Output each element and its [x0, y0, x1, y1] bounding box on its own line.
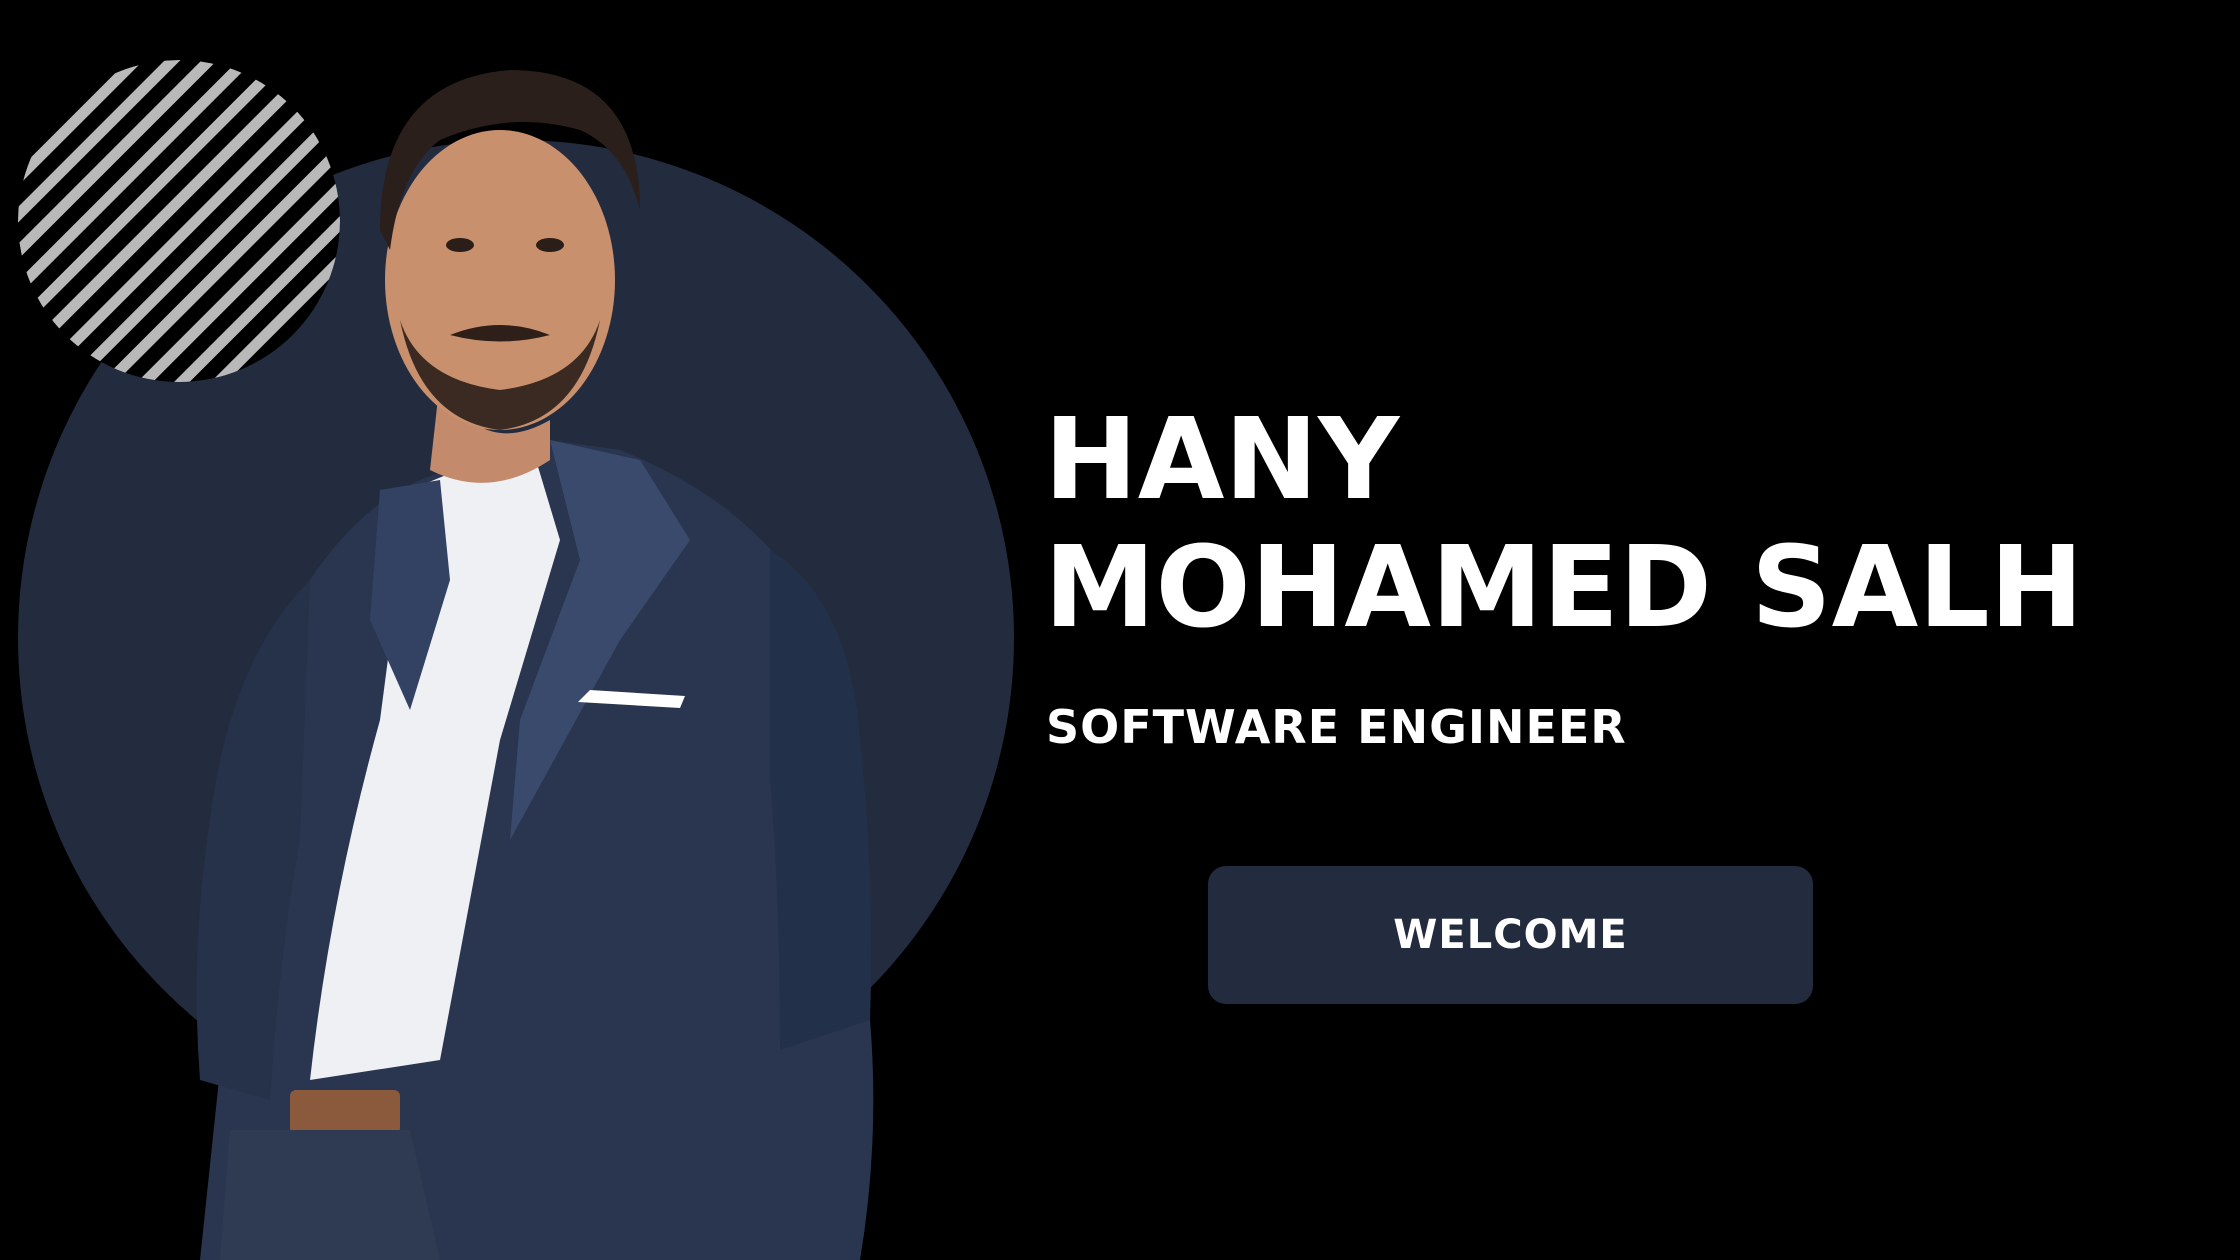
- name-last: MOHAMED SALH: [1044, 523, 2084, 653]
- portrait-image: [196, 70, 874, 1260]
- hero-name: HANY MOHAMED SALH: [1044, 396, 2234, 652]
- name-first: HANY: [1044, 395, 1400, 525]
- welcome-button[interactable]: WELCOME: [1208, 866, 1813, 1004]
- welcome-button-label: WELCOME: [1393, 912, 1628, 958]
- hero-section: HANY MOHAMED SALH SOFTWARE ENGINEER WELC…: [0, 0, 2240, 1260]
- job-title: SOFTWARE ENGINEER: [1046, 700, 1627, 754]
